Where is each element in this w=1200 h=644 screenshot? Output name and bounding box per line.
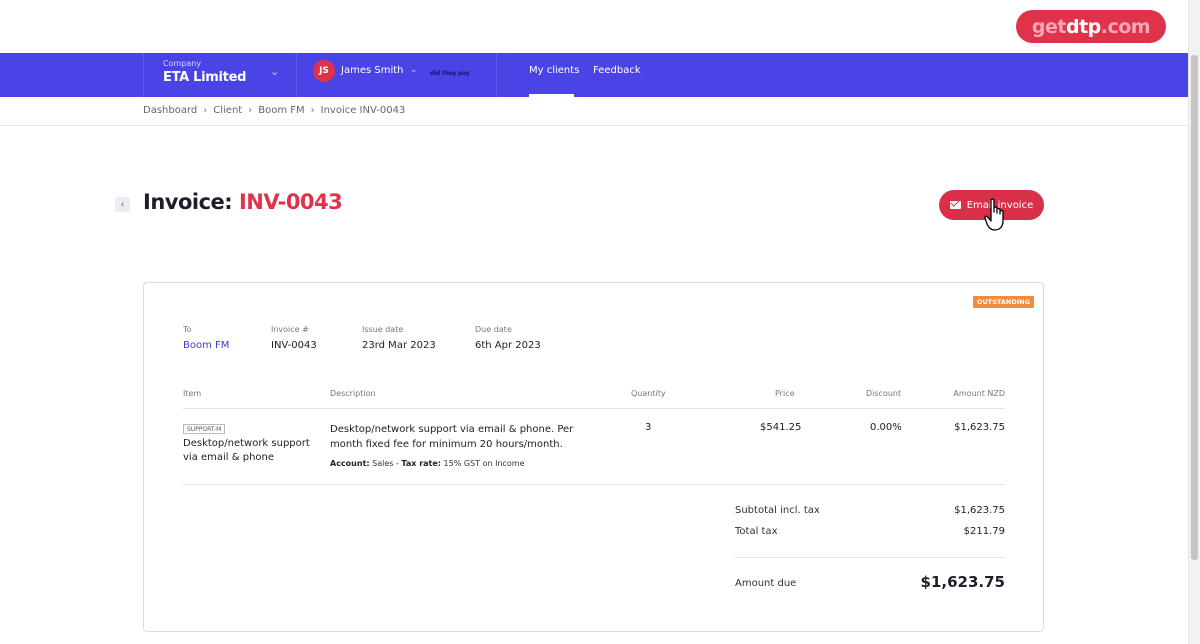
item-price: $541.25: [760, 422, 802, 433]
tax-rate-value: 15% GST on Income: [443, 459, 525, 468]
amount-due-value: $1,623.75: [920, 573, 1005, 591]
breadcrumb-client[interactable]: Client: [213, 105, 242, 116]
avatar: JS: [313, 60, 335, 82]
page-title-prefix: Invoice:: [143, 190, 233, 214]
main-nav: Company ETA Limited ⌄ JS James Smith ⌄ d…: [0, 53, 1188, 97]
column-header-price: Price: [775, 389, 795, 398]
divider: [183, 408, 1005, 409]
item-account-info: Account: Sales - Tax rate: 15% GST on In…: [330, 459, 525, 468]
hand-cursor-icon: [984, 198, 1004, 231]
status-badge: OUTSTANDING: [973, 296, 1034, 308]
invoice-number-label: Invoice #: [271, 325, 309, 334]
invoice-number-value: INV-0043: [271, 340, 317, 351]
subtotal-value: $1,623.75: [954, 505, 1005, 516]
logo-text-get: get: [1031, 15, 1067, 38]
chevron-down-icon: ⌄: [410, 65, 418, 75]
scrollbar-thumb[interactable]: [1191, 55, 1198, 560]
chevron-down-icon: ⌄: [270, 65, 280, 78]
chevron-right-icon: ›: [310, 105, 315, 116]
getdtp-logo[interactable]: get dtp .com: [1016, 10, 1166, 43]
vertical-scrollbar[interactable]: [1188, 0, 1200, 644]
issue-date-value: 23rd Mar 2023: [362, 340, 436, 351]
user-name: James Smith: [341, 65, 404, 76]
company-label: Company: [163, 59, 202, 68]
company-name: ETA Limited: [163, 70, 247, 85]
account-value: Sales: [372, 459, 394, 468]
logo-text-com: .com: [1100, 15, 1151, 38]
column-header-discount: Discount: [866, 389, 902, 398]
item-code: SUPPORT-M: [183, 424, 226, 434]
chevron-right-icon: ›: [248, 105, 253, 116]
breadcrumb: Dashboard › Client › Boom FM › Invoice I…: [143, 105, 405, 116]
column-header-amount: Amount NZD: [953, 389, 1005, 398]
item-description: Desktop/network support via email & phon…: [330, 424, 574, 450]
did-they-pay-logo: did they pay: [430, 70, 470, 77]
chevron-left-icon: ‹: [120, 199, 125, 210]
issue-date-label: Issue date: [362, 325, 404, 334]
column-header-quantity: Quantity: [631, 389, 666, 398]
logo-text-dtp: dtp: [1065, 15, 1101, 38]
company-switcher[interactable]: Company ETA Limited ⌄: [143, 53, 297, 97]
tab-my-clients[interactable]: My clients: [529, 65, 579, 76]
tab-feedback[interactable]: Feedback: [593, 65, 641, 76]
due-date-value: 6th Apr 2023: [475, 340, 541, 351]
breadcrumb-dashboard[interactable]: Dashboard: [143, 105, 197, 116]
chevron-right-icon: ›: [203, 105, 208, 116]
breadcrumb-boom-fm[interactable]: Boom FM: [258, 105, 304, 116]
due-date-label: Due date: [475, 325, 512, 334]
back-button[interactable]: ‹: [115, 197, 130, 212]
column-header-item: Item: [183, 389, 202, 398]
top-bar: get dtp .com: [0, 0, 1188, 53]
account-label: Account:: [330, 459, 370, 468]
item-quantity: 3: [645, 422, 652, 433]
tax-rate-label: Tax rate:: [401, 459, 441, 468]
invoice-card: OUTSTANDING To Boom FM Invoice # INV-004…: [143, 282, 1044, 632]
item-name: Desktop/network support via email & phon…: [183, 438, 310, 463]
total-tax-value: $211.79: [963, 526, 1005, 537]
divider: [183, 484, 1005, 485]
breadcrumb-bar: Dashboard › Client › Boom FM › Invoice I…: [0, 97, 1188, 126]
subtotal-label: Subtotal incl. tax: [735, 505, 820, 516]
page-title: Invoice: INV-0043: [143, 190, 343, 214]
divider: [735, 557, 1005, 558]
envelope-icon: [949, 201, 961, 209]
page-title-number: INV-0043: [238, 190, 343, 214]
column-header-description: Description: [330, 389, 376, 398]
item-discount: 0.00%: [870, 422, 902, 433]
total-tax-label: Total tax: [735, 526, 778, 537]
breadcrumb-invoice: Invoice INV-0043: [320, 105, 406, 116]
item-amount: $1,623.75: [954, 422, 1005, 433]
user-menu[interactable]: JS James Smith ⌄ did they pay: [297, 53, 497, 97]
to-label: To: [183, 325, 192, 334]
amount-due-label: Amount due: [735, 578, 797, 589]
to-link[interactable]: Boom FM: [183, 340, 229, 351]
